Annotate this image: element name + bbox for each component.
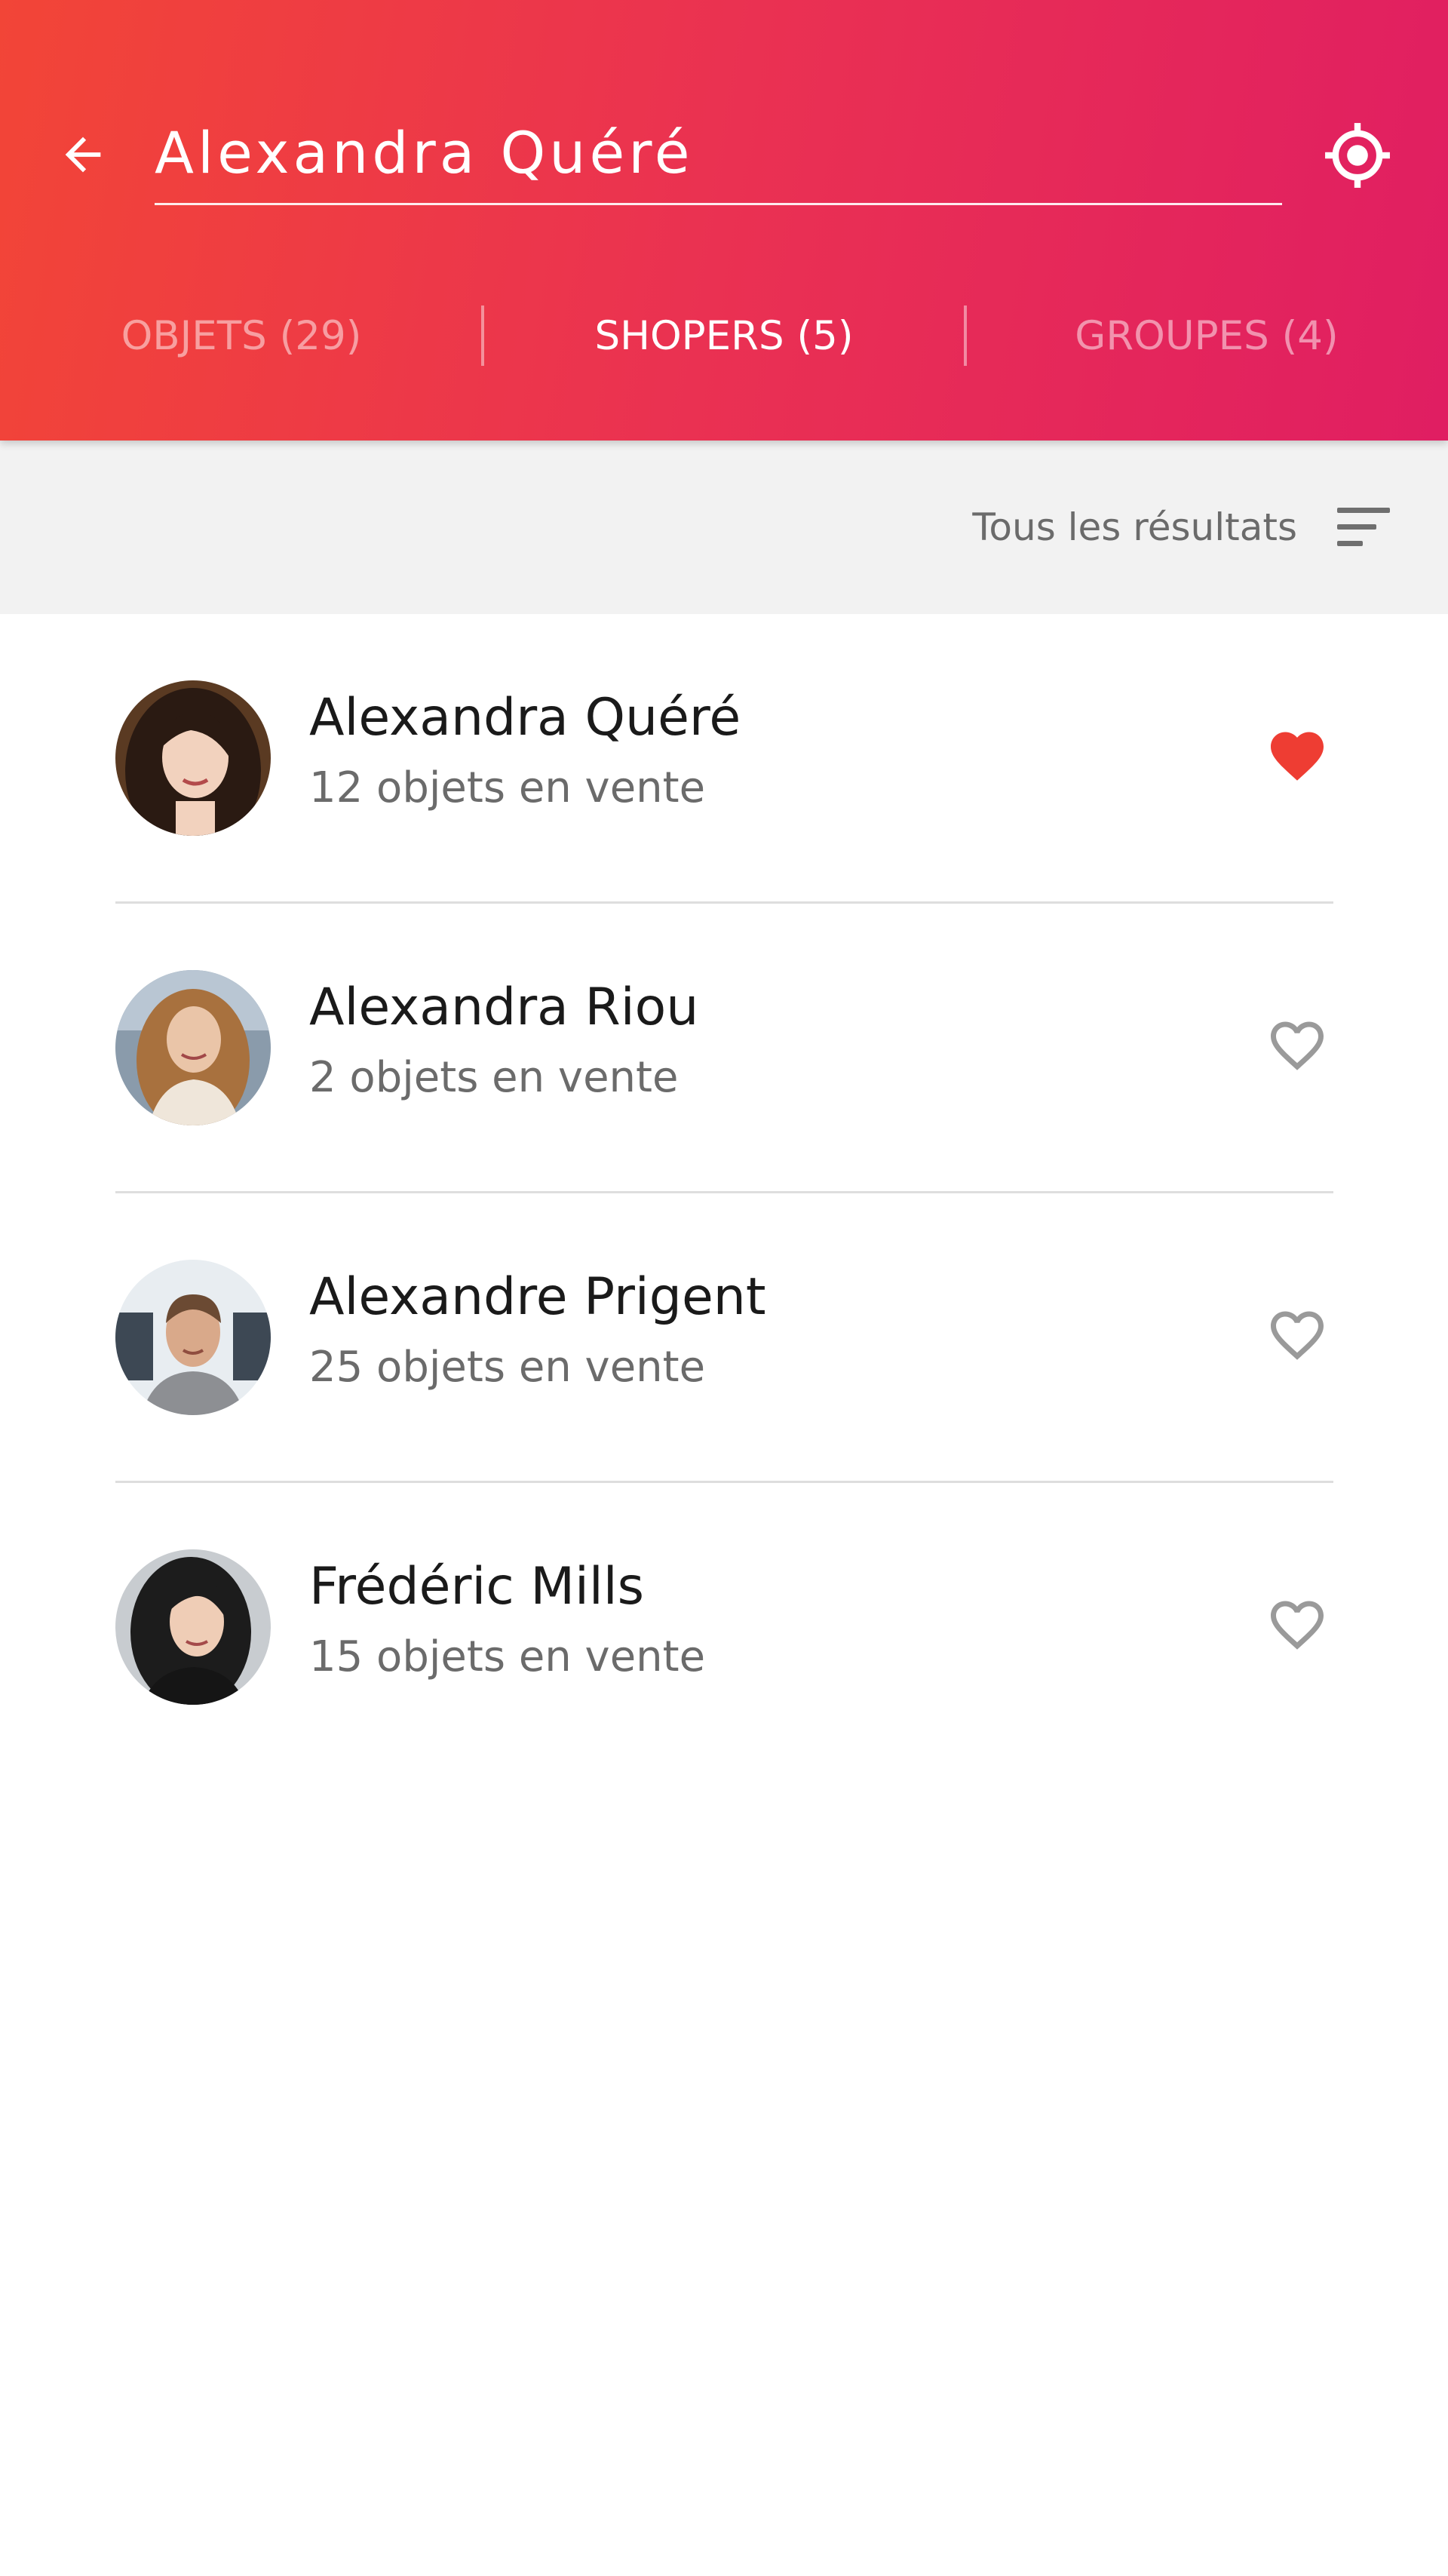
avatar <box>115 1260 271 1415</box>
heart-outline-icon <box>1271 1311 1324 1360</box>
shoper-item-count: 15 objets en vente <box>309 1632 706 1681</box>
tab-objets[interactable]: OBJETS (29) <box>0 287 483 385</box>
list-item[interactable]: Alexandre Prigent 25 objets en vente <box>115 1193 1333 1483</box>
arrow-left-icon <box>65 137 101 173</box>
search-input[interactable] <box>155 106 1282 199</box>
list-item[interactable]: Frédéric Mills 15 objets en vente <box>115 1483 1333 1773</box>
avatar <box>115 680 271 836</box>
sort-lines-icon <box>1337 541 1363 546</box>
filter-label[interactable]: Tous les résultats <box>972 441 1297 614</box>
back-button[interactable] <box>53 124 113 185</box>
shoper-item-count: 12 objets en vente <box>309 763 706 812</box>
shoper-name: Alexandre Prigent <box>309 1267 766 1327</box>
heart-outline-icon <box>1271 1021 1324 1070</box>
crosshair-location-icon <box>1325 123 1390 188</box>
shoper-name: Frédéric Mills <box>309 1557 645 1617</box>
list-item[interactable]: Alexandra Riou 2 objets en vente <box>115 904 1333 1193</box>
location-button[interactable] <box>1321 119 1394 192</box>
heart-filled-icon <box>1271 732 1324 781</box>
sort-lines-icon <box>1337 524 1376 530</box>
sort-button[interactable] <box>1331 502 1399 554</box>
screen: OBJETS (29) SHOPERS (5) GROUPES (4) Tous… <box>0 0 1448 2576</box>
shoper-item-count: 25 objets en vente <box>309 1343 706 1392</box>
favorite-button[interactable] <box>1259 718 1335 794</box>
sort-lines-icon <box>1337 508 1390 513</box>
avatar <box>115 1549 271 1705</box>
favorite-button[interactable] <box>1259 1587 1335 1663</box>
result-tabs: OBJETS (29) SHOPERS (5) GROUPES (4) <box>0 287 1448 385</box>
heart-outline-icon <box>1271 1601 1324 1650</box>
shoper-item-count: 2 objets en vente <box>309 1053 679 1102</box>
list-item[interactable]: Alexandra Quéré 12 objets en vente <box>115 614 1333 904</box>
shoper-name: Alexandra Riou <box>309 978 699 1037</box>
filter-bar: Tous les résultats <box>0 441 1448 614</box>
favorite-button[interactable] <box>1259 1297 1335 1373</box>
favorite-button[interactable] <box>1259 1008 1335 1083</box>
search-header: OBJETS (29) SHOPERS (5) GROUPES (4) <box>0 0 1448 441</box>
avatar <box>115 970 271 1125</box>
search-field <box>155 106 1282 205</box>
tab-shopers[interactable]: SHOPERS (5) <box>483 287 965 385</box>
tab-groupes[interactable]: GROUPES (4) <box>965 287 1448 385</box>
shoper-name: Alexandra Quéré <box>309 688 741 748</box>
